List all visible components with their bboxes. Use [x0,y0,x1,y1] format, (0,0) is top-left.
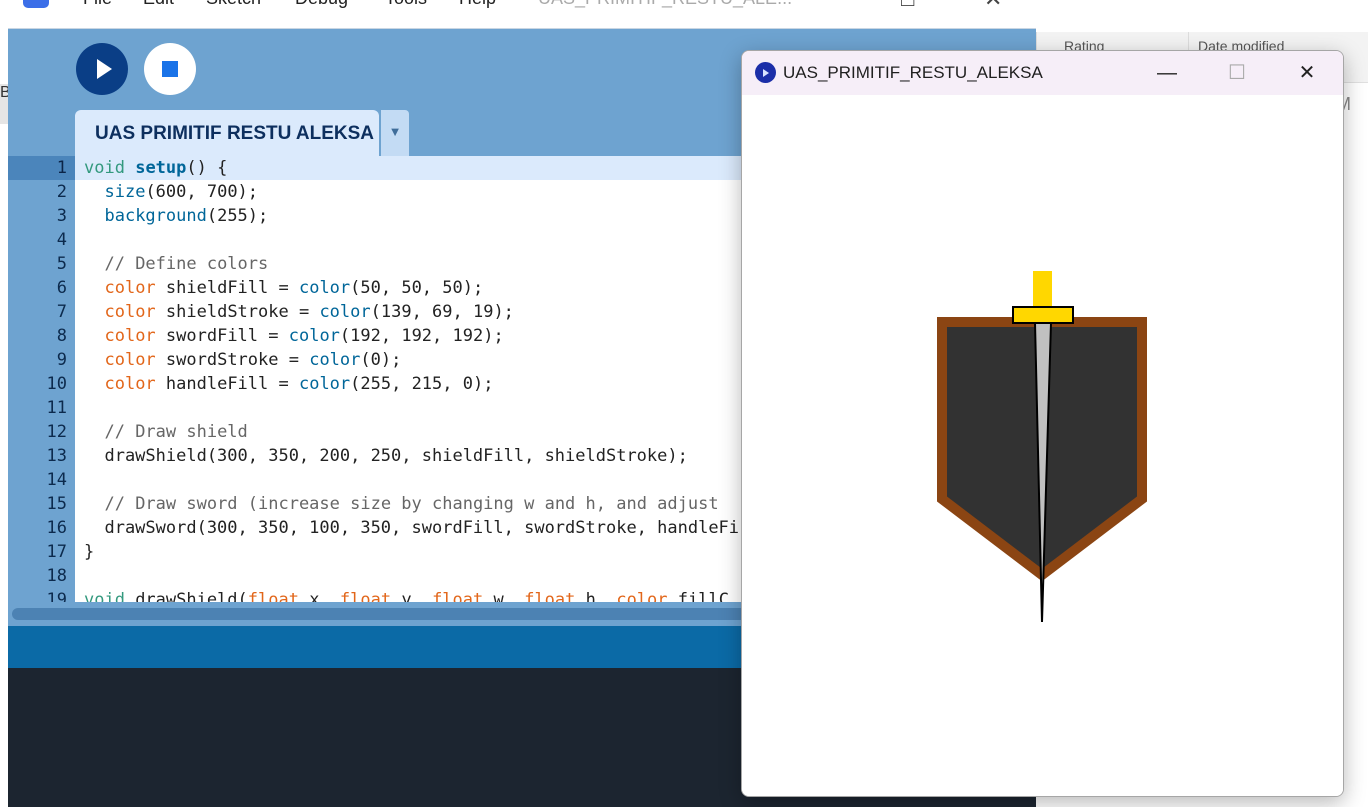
close-icon[interactable]: ✕ [1277,51,1337,95]
line-number: 7 [8,300,75,324]
line-number: 3 [8,204,75,228]
background-text-left: B [0,84,8,124]
line-number: 6 [8,276,75,300]
run-button[interactable] [76,43,128,95]
line-number: 9 [8,348,75,372]
menu-debug[interactable]: Debug [295,0,348,9]
line-number: 10 [8,372,75,396]
line-number: 18 [8,564,75,588]
line-number: 15 [8,492,75,516]
menu-file[interactable]: File [83,0,112,9]
sketch-canvas [742,95,1343,796]
tab-label: UAS PRIMITIF RESTU ALEKSA [95,123,375,144]
tab-sketch[interactable]: UAS PRIMITIF RESTU ALEKSA ▼ [75,110,409,156]
background-letter: B [0,84,8,101]
line-number: 4 [8,228,75,252]
menu-edit[interactable]: Edit [143,0,174,9]
menu-help[interactable]: Help [459,0,496,9]
scrollbar-thumb[interactable] [12,608,748,620]
line-number: 13 [8,444,75,468]
sword-handle [1033,271,1052,306]
line-number: 8 [8,324,75,348]
sword-crossguard [1012,306,1074,324]
line-number: 11 [8,396,75,420]
maximize-icon[interactable]: ☐ [1207,51,1267,95]
sketch-titlebar[interactable]: UAS_PRIMITIF_RESTU_ALEKSA — ☐ ✕ [742,51,1343,95]
tab-dropdown-chevron-icon[interactable]: ▼ [379,110,409,156]
menu-bar: File Edit Sketch Debug Tools Help UAS_PR… [8,0,1036,29]
line-number: 14 [8,468,75,492]
menu-sketch[interactable]: Sketch [206,0,261,9]
line-number: 17 [8,540,75,564]
minimize-icon[interactable]: — [1137,51,1197,95]
line-number: 5 [8,252,75,276]
window-title: UAS_PRIMITIF_RESTU_ALE... [538,0,792,9]
sketch-window: UAS_PRIMITIF_RESTU_ALEKSA — ☐ ✕ [741,50,1344,797]
stop-button[interactable] [144,43,196,95]
line-number: 2 [8,180,75,204]
processing-logo-icon [23,0,49,8]
shield-sword-drawing [937,271,1147,623]
sketch-window-title: UAS_PRIMITIF_RESTU_ALEKSA [783,63,1043,82]
processing-app-icon [755,62,776,83]
maximize-icon[interactable]: □ [901,0,914,12]
line-number: 12 [8,420,75,444]
menu-tools[interactable]: Tools [385,0,427,9]
close-icon[interactable]: ✕ [984,0,1002,12]
line-number: 19 [8,588,75,602]
line-number: 16 [8,516,75,540]
line-number: 1 [8,156,75,180]
